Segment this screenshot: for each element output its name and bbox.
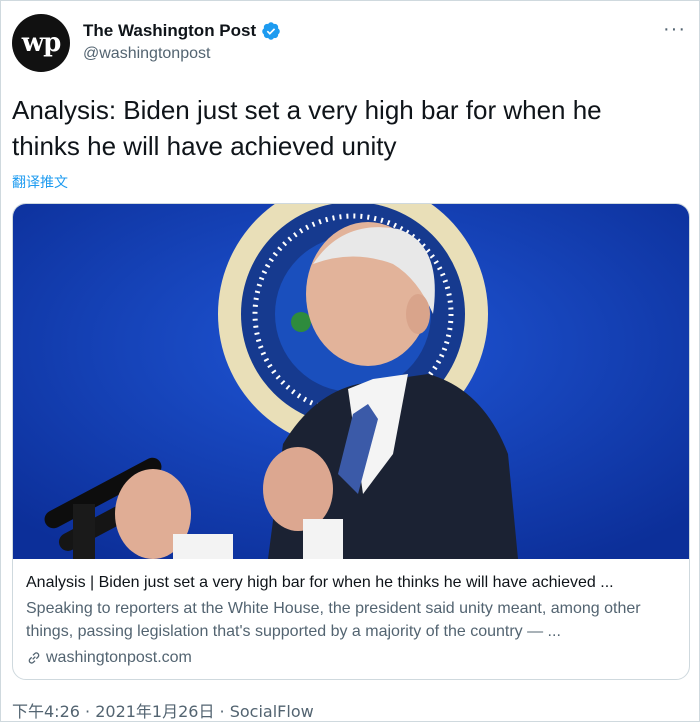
article-photo [13,204,689,559]
verified-badge-icon [262,22,280,40]
translate-tweet-link[interactable]: 翻译推文 [12,172,68,192]
link-icon [28,652,40,664]
tweet-footer: 下午4:26 · 2021年1月26日 · SocialFlow [12,698,314,722]
tweet-source[interactable]: SocialFlow [230,702,314,721]
account-name[interactable]: The Washington Post [83,21,256,41]
link-preview-card[interactable]: Analysis | Biden just set a very high ba… [12,203,690,680]
card-title[interactable]: Analysis | Biden just set a very high ba… [26,572,681,594]
footer-separator: · [79,702,96,721]
avatar[interactable]: wp [12,14,70,72]
card-domain[interactable]: washingtonpost.com [46,649,192,667]
tweet-text: Analysis: Biden just set a very high bar… [12,95,602,161]
tweet-time[interactable]: 下午4:26 [12,702,80,721]
card-domain-row[interactable]: washingtonpost.com [26,649,681,667]
card-meta: Analysis | Biden just set a very high ba… [26,572,681,667]
card-description: Speaking to reporters at the White House… [26,600,641,640]
account-name-row[interactable]: The Washington Post [83,21,281,41]
avatar-logo: wp [21,28,62,58]
more-icon[interactable]: ··· [663,18,686,41]
tweet-date[interactable]: 2021年1月26日 [95,702,214,721]
account-handle[interactable]: @washingtonpost [83,45,210,63]
footer-separator: · [214,702,230,721]
